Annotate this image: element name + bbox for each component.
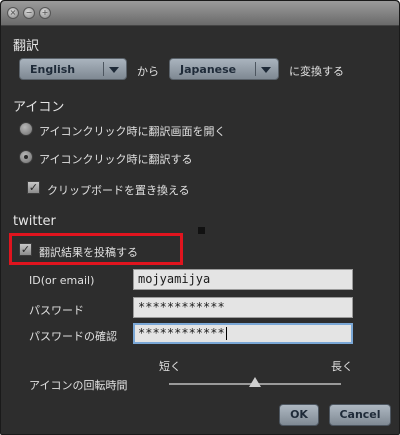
target-language-value: Japanese (180, 63, 237, 76)
checkmark-icon: ✓ (20, 243, 31, 256)
from-label: から (137, 65, 159, 78)
translation-section-title: 翻訳 (13, 39, 40, 54)
preferences-window: × − + 翻訳 English から Japanese に変換する アイコン … (0, 0, 400, 435)
radio-translate[interactable] (19, 150, 33, 164)
password-confirm-label: パスワードの確認 (29, 330, 117, 343)
combo-separator (255, 62, 256, 76)
convert-label: に変換する (289, 65, 344, 78)
maximize-window-button[interactable]: + (39, 7, 51, 19)
maximize-icon: + (41, 8, 49, 17)
chevron-down-icon (261, 67, 271, 73)
slider-short-label: 短く (159, 360, 181, 373)
close-window-button[interactable]: × (7, 7, 19, 19)
replace-clipboard-checkbox[interactable]: ✓ (27, 181, 40, 194)
replace-clipboard-label[interactable]: クリップボードを置き換える (47, 182, 190, 198)
target-language-select[interactable]: Japanese (169, 58, 279, 80)
combo-separator (103, 62, 104, 76)
close-icon: × (9, 8, 17, 17)
icon-section-title: アイコン (13, 100, 65, 115)
marker-square (198, 227, 205, 234)
password-input[interactable]: ************ (133, 297, 353, 318)
checkmark-icon: ✓ (28, 181, 39, 194)
id-input[interactable]: mojyamijya (133, 269, 353, 290)
title-bar: × − + (1, 1, 399, 26)
password-label: パスワード (29, 304, 84, 317)
password-confirm-input[interactable]: ************ (133, 323, 353, 344)
minimize-icon: − (25, 8, 33, 17)
radio-open-window[interactable] (19, 122, 33, 136)
radio-open-window-label[interactable]: アイコンクリック時に翻訳画面を開く (39, 123, 225, 139)
ok-button[interactable]: OK (279, 404, 319, 426)
slider-long-label: 長く (331, 360, 353, 373)
text-caret (225, 327, 227, 340)
post-result-label[interactable]: 翻訳結果を投稿する (39, 244, 138, 260)
twitter-section-title: twitter (13, 214, 56, 229)
cancel-button[interactable]: Cancel (329, 404, 391, 426)
password-confirm-value: ************ (138, 326, 225, 340)
rotation-time-label: アイコンの回転時間 (29, 379, 128, 392)
chevron-down-icon (109, 67, 119, 73)
post-result-checkbox[interactable]: ✓ (19, 243, 32, 256)
source-language-value: English (30, 63, 76, 76)
id-label: ID(or email) (29, 274, 95, 287)
source-language-select[interactable]: English (19, 58, 127, 80)
radio-translate-label[interactable]: アイコンクリック時に翻訳する (39, 151, 192, 167)
minimize-window-button[interactable]: − (23, 7, 35, 19)
rotation-slider-thumb[interactable] (249, 377, 261, 387)
